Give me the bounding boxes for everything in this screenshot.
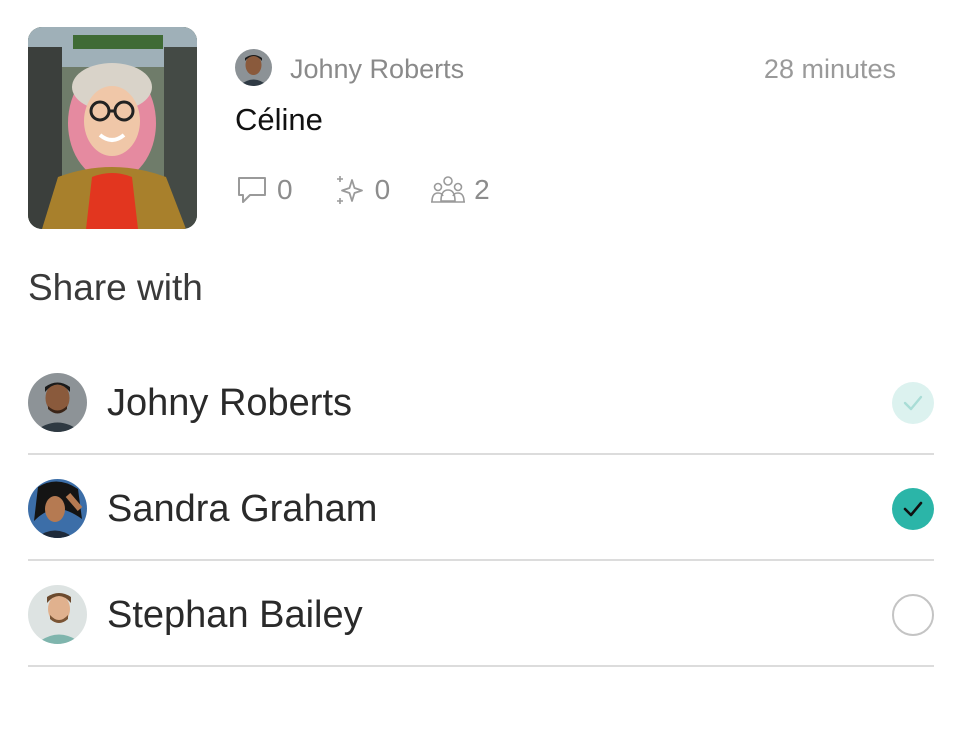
share-heading: Share with xyxy=(28,267,203,308)
comments-stat[interactable]: 0 xyxy=(235,174,293,206)
checkmark-icon xyxy=(903,501,923,517)
avatar xyxy=(28,373,87,432)
post-photo xyxy=(28,27,197,229)
person-name: Sandra Graham xyxy=(107,488,378,530)
post-timestamp: 28 minutes xyxy=(763,54,896,84)
participants-count: 2 xyxy=(474,174,490,205)
post-thumbnail[interactable] xyxy=(28,27,197,229)
post-stats: 0 0 2 xyxy=(235,172,530,208)
author-name[interactable]: Johny Roberts xyxy=(290,53,464,85)
avatar xyxy=(28,585,87,644)
avatar xyxy=(28,479,87,538)
share-row[interactable]: Sandra Graham xyxy=(28,455,934,561)
share-checkbox[interactable] xyxy=(892,488,934,530)
checkmark-icon xyxy=(903,395,923,411)
comments-count: 0 xyxy=(277,174,293,205)
post-card[interactable]: Johny Roberts 28 minutes Céline 0 0 2 xyxy=(28,27,938,230)
share-row[interactable]: Stephan Bailey xyxy=(28,561,934,667)
share-list: Johny Roberts Sandra Graham Stephan Bail… xyxy=(28,349,934,667)
share-row[interactable]: Johny Roberts xyxy=(28,349,934,455)
speech-bubble-icon xyxy=(238,177,266,203)
person-name: Stephan Bailey xyxy=(107,594,363,636)
highlights-stat[interactable]: 0 xyxy=(333,173,391,207)
people-group-icon xyxy=(431,176,466,203)
sparkle-icon xyxy=(336,176,363,204)
participants-stat[interactable]: 2 xyxy=(430,174,490,206)
person-name: Johny Roberts xyxy=(107,382,353,424)
share-checkbox[interactable] xyxy=(892,594,934,636)
post-title[interactable]: Céline xyxy=(235,101,323,139)
highlights-count: 0 xyxy=(374,174,391,205)
author-avatar[interactable] xyxy=(235,49,272,86)
share-checkbox xyxy=(892,382,934,424)
